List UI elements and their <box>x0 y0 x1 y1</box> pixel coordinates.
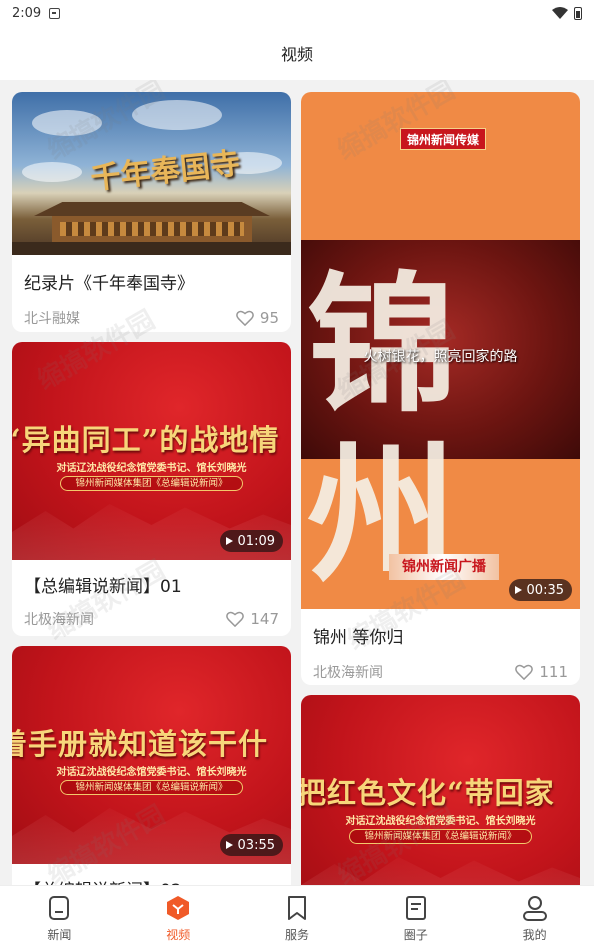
like-count: 95 <box>259 309 279 327</box>
video-title[interactable]: 【总编辑说新闻】02 <box>12 876 291 885</box>
notification-icon <box>49 7 61 19</box>
wifi-icon <box>552 7 568 19</box>
thumbnail-program: 锦州新闻媒体集团《总编辑说新闻》 <box>60 780 243 795</box>
bookmark-icon <box>287 895 306 920</box>
play-icon <box>225 841 233 849</box>
video-source: 北斗融媒 <box>24 311 80 327</box>
video-meta: 北斗融媒 95 <box>12 308 291 328</box>
play-icon <box>225 537 233 545</box>
like-count: 147 <box>250 610 279 628</box>
bottom-tab-bar: 新闻 视频 服务 圈子 我的 <box>0 885 594 950</box>
news-icon <box>49 895 70 920</box>
video-card[interactable]: 着手册就知道该干什 对话辽沈战役纪念馆党委书记、馆长刘晓光 锦州新闻媒体集团《总… <box>12 646 291 885</box>
video-title[interactable]: 纪录片《千年奉国寺》 <box>12 269 291 294</box>
video-thumbnail[interactable]: 锦州新闻传媒 锦州 火树银花，照亮回家的路 锦州新闻广播 00:35 <box>301 92 580 609</box>
like-button[interactable]: 95 <box>236 309 279 327</box>
heart-icon <box>226 611 245 627</box>
video-title[interactable]: 【总编辑说新闻】01 <box>12 572 291 597</box>
tab-label: 新闻 <box>47 927 72 942</box>
tab-profile[interactable]: 我的 <box>475 886 594 950</box>
video-meta: 北极海新闻 147 <box>12 609 291 629</box>
tab-services[interactable]: 服务 <box>238 886 357 950</box>
video-thumbnail[interactable]: 把红色文化“带回家 对话辽沈战役纪念馆党委书记、馆长刘晓光 锦州新闻媒体集团《总… <box>301 695 580 885</box>
video-thumbnail[interactable]: “异曲同工”的战地情 对话辽沈战役纪念馆党委书记、馆长刘晓光 锦州新闻媒体集团《… <box>12 342 291 560</box>
tab-news[interactable]: 新闻 <box>0 886 119 950</box>
thumbnail-subtitle: 对话辽沈战役纪念馆党委书记、馆长刘晓光 <box>345 816 536 827</box>
video-card[interactable]: 把红色文化“带回家 对话辽沈战役纪念馆党委书记、馆长刘晓光 锦州新闻媒体集团《总… <box>301 695 580 885</box>
video-icon <box>167 895 190 920</box>
thumbnail-big-text: 把红色文化“带回家 <box>301 776 555 810</box>
duration-text: 00:35 <box>526 582 564 598</box>
channel-brand: 锦州新闻传媒 <box>400 128 487 150</box>
like-count: 111 <box>539 663 568 681</box>
thumbnail-big-text: “异曲同工”的战地情 <box>12 423 280 457</box>
duration-text: 01:09 <box>237 533 275 549</box>
user-icon <box>522 895 547 921</box>
note-icon <box>405 895 426 920</box>
video-source: 北极海新闻 <box>313 665 383 681</box>
duration-badge: 00:35 <box>508 579 572 601</box>
page-title: 视频 <box>280 45 313 64</box>
duration-badge: 03:55 <box>219 834 283 856</box>
video-thumbnail[interactable]: 千年奉国寺 <box>12 92 291 255</box>
thumbnail-calligraphy: 千年奉国寺 <box>88 146 242 197</box>
battery-icon <box>574 6 582 20</box>
video-card[interactable]: 千年奉国寺 纪录片《千年奉国寺》 北斗融媒 95 <box>12 92 291 332</box>
video-meta: 北极海新闻 111 <box>301 662 580 682</box>
tab-label: 圈子 <box>403 927 428 942</box>
video-thumbnail[interactable]: 着手册就知道该干什 对话辽沈战役纪念馆党委书记、馆长刘晓光 锦州新闻媒体集团《总… <box>12 646 291 864</box>
video-title[interactable]: 锦州 等你归 <box>301 623 580 648</box>
status-time: 2:09 <box>12 5 42 21</box>
page-header: 视频 <box>0 26 594 80</box>
play-icon <box>514 586 522 594</box>
like-button[interactable]: 147 <box>226 610 279 628</box>
heart-icon <box>236 310 254 326</box>
thumbnail-big-text: 着手册就知道该干什 <box>12 727 269 761</box>
tab-label: 我的 <box>522 927 547 942</box>
broadcast-logo: 锦州新闻广播 <box>389 554 499 580</box>
video-feed[interactable]: 千年奉国寺 纪录片《千年奉国寺》 北斗融媒 95 锦州新闻传媒 锦州 火树银花，… <box>0 80 594 885</box>
like-button[interactable]: 111 <box>515 663 568 681</box>
tab-label: 服务 <box>284 927 309 942</box>
tab-label: 视频 <box>166 927 191 942</box>
duration-text: 03:55 <box>237 837 275 853</box>
thumbnail-caption: 火树银花，照亮回家的路 <box>363 349 518 365</box>
video-card[interactable]: “异曲同工”的战地情 对话辽沈战役纪念馆党委书记、馆长刘晓光 锦州新闻媒体集团《… <box>12 342 291 636</box>
thumbnail-program: 锦州新闻媒体集团《总编辑说新闻》 <box>60 476 243 491</box>
tab-circle[interactable]: 圈子 <box>356 886 475 950</box>
thumbnail-subtitle: 对话辽沈战役纪念馆党委书记、馆长刘晓光 <box>56 767 247 778</box>
video-source: 北极海新闻 <box>24 612 94 628</box>
video-card[interactable]: 锦州新闻传媒 锦州 火树银花，照亮回家的路 锦州新闻广播 00:35 锦州 等你… <box>301 92 580 685</box>
heart-icon <box>515 664 534 680</box>
status-bar: 2:09 <box>0 0 594 26</box>
thumbnail-subtitle: 对话辽沈战役纪念馆党委书记、馆长刘晓光 <box>56 463 247 474</box>
thumbnail-program: 锦州新闻媒体集团《总编辑说新闻》 <box>349 829 532 844</box>
tab-video[interactable]: 视频 <box>119 886 238 950</box>
thumbnail-big-text: 锦州 <box>307 257 464 603</box>
duration-badge: 01:09 <box>219 530 283 552</box>
